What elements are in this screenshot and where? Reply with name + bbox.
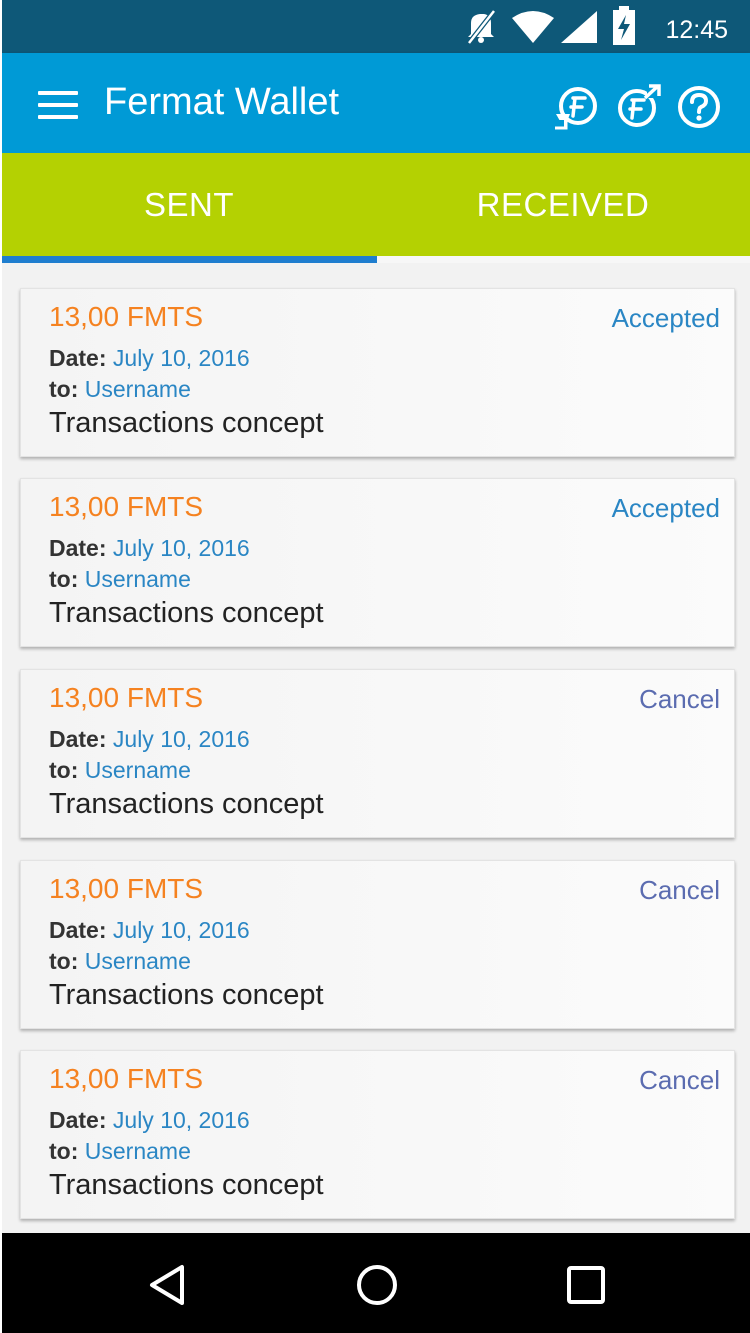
signal-icon [560,10,598,49]
date-label: Date: [49,345,107,371]
to-label: to: [49,376,79,402]
transaction-status: Cancel [639,875,720,905]
tab-indicator [2,256,377,263]
app-screen: 12:45 Fermat Wallet SENT RECEIVED 13,00 … [2,0,750,1333]
transaction-concept: Transactions concept [49,407,324,439]
transaction-date: July 10, 2016 [112,726,250,752]
transaction-date-row: Date: July 10, 2016 [49,345,250,372]
transaction-status: Cancel [639,1065,720,1095]
wifi-icon [511,10,555,49]
transaction-date-row: Date: July 10, 2016 [49,917,250,944]
transaction-date-row: Date: July 10, 2016 [49,726,250,753]
to-label: to: [49,757,79,783]
send-receive-icon[interactable] [554,84,600,130]
clock: 12:45 [665,16,728,44]
transaction-date-row: Date: July 10, 2016 [49,1107,250,1134]
transaction-date: July 10, 2016 [112,1107,250,1133]
app-bar: Fermat Wallet [2,53,750,153]
transaction-card[interactable]: 13,00 FMTS Cancel Date: July 10, 2016 to… [20,1050,735,1219]
date-label: Date: [49,1107,107,1133]
transaction-amount: 13,00 FMTS [49,301,204,332]
to-label: to: [49,948,79,974]
transaction-amount: 13,00 FMTS [49,682,204,713]
tab-bar: SENT RECEIVED [2,153,750,263]
status-bar: 12:45 [2,0,750,53]
transaction-recipient-row: to: Username [49,376,191,403]
transaction-recipient[interactable]: Username [85,566,191,592]
transaction-amount: 13,00 FMTS [49,491,204,522]
transaction-status: Accepted [611,303,720,333]
transaction-amount: 13,00 FMTS [49,873,204,904]
transaction-amount: 13,00 FMTS [49,1063,204,1094]
date-label: Date: [49,535,107,561]
transaction-date: July 10, 2016 [112,917,250,943]
transaction-concept: Transactions concept [49,788,324,820]
transaction-status: Accepted [611,493,720,523]
transaction-card[interactable]: 13,00 FMTS Accepted Date: July 10, 2016 … [20,478,735,647]
transaction-recipient-row: to: Username [49,1138,191,1165]
app-title: Fermat Wallet [104,81,340,123]
back-icon[interactable] [146,1263,190,1307]
home-icon[interactable] [355,1263,399,1307]
help-icon[interactable] [676,84,722,130]
transaction-card[interactable]: 13,00 FMTS Cancel Date: July 10, 2016 to… [20,860,735,1029]
transaction-recipient[interactable]: Username [85,1138,191,1164]
transaction-recipient-row: to: Username [49,948,191,975]
transaction-recipient[interactable]: Username [85,948,191,974]
transaction-date-row: Date: July 10, 2016 [49,535,250,562]
mute-icon [465,9,499,49]
to-label: to: [49,1138,79,1164]
transaction-date: July 10, 2016 [112,345,250,371]
menu-icon[interactable] [38,91,78,119]
transaction-recipient-row: to: Username [49,757,191,784]
recents-icon[interactable] [564,1263,608,1307]
transaction-concept: Transactions concept [49,979,324,1011]
tab-divider [377,256,750,263]
transaction-card[interactable]: 13,00 FMTS Accepted Date: July 10, 2016 … [20,288,735,457]
transaction-card[interactable]: 13,00 FMTS Cancel Date: July 10, 2016 to… [20,669,735,838]
date-label: Date: [49,726,107,752]
date-label: Date: [49,917,107,943]
transaction-recipient-row: to: Username [49,566,191,593]
tab-received[interactable]: RECEIVED [376,153,750,256]
send-icon[interactable] [615,84,661,130]
to-label: to: [49,566,79,592]
transaction-list: 13,00 FMTS Accepted Date: July 10, 2016 … [2,263,750,1233]
transaction-status: Cancel [639,684,720,714]
transaction-date: July 10, 2016 [112,535,250,561]
battery-charging-icon [612,6,636,51]
transaction-concept: Transactions concept [49,1169,324,1201]
transaction-concept: Transactions concept [49,597,324,629]
navigation-bar [2,1233,750,1333]
tab-sent[interactable]: SENT [2,153,376,256]
transaction-recipient[interactable]: Username [85,757,191,783]
transaction-recipient[interactable]: Username [85,376,191,402]
